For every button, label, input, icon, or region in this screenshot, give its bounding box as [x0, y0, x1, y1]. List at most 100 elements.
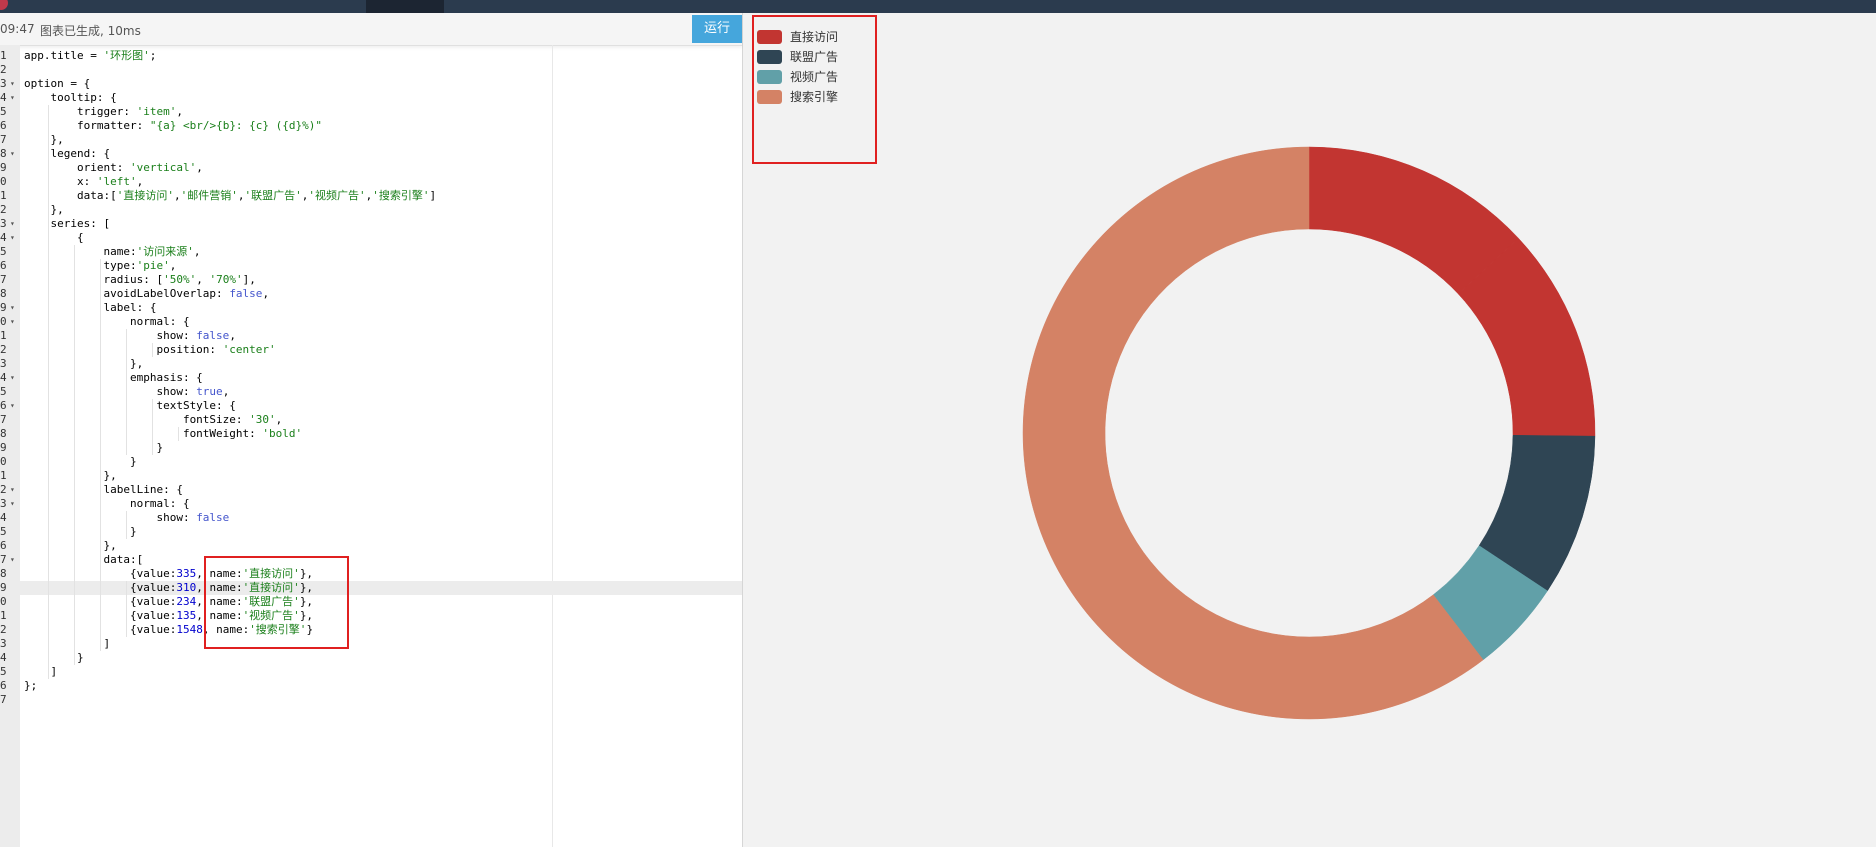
- code-text: emphasis: {: [24, 371, 203, 385]
- code-line[interactable]: 7 radius: ['50%', '70%'],: [0, 273, 742, 287]
- code-line[interactable]: 1 },: [0, 469, 742, 483]
- line-number: 9: [0, 161, 7, 174]
- code-text-area[interactable]: 1 app.title = '环形图'; 2 3 ▾ option = {4 ▾ toolt…: [0, 45, 742, 847]
- code-line[interactable]: 5 show: true,: [0, 385, 742, 399]
- code-token: 1548: [176, 623, 203, 636]
- code-token: 'pie': [136, 259, 170, 272]
- code-line[interactable]: 5 }: [0, 525, 742, 539]
- code-text: },: [24, 357, 143, 371]
- code-line[interactable]: 1 show: false,: [0, 329, 742, 343]
- code-token: series: [: [24, 217, 111, 230]
- line-number: 4: [0, 91, 7, 104]
- code-line[interactable]: 6 ▾ textStyle: {: [0, 399, 742, 413]
- fold-toggle-icon[interactable]: ▾: [10, 301, 15, 315]
- code-token: ],: [242, 273, 256, 286]
- code-line[interactable]: 1 {value:135, name:'视频广告'},: [0, 609, 742, 623]
- code-token: }: [24, 651, 84, 664]
- code-line[interactable]: 4 ▾ {: [0, 231, 742, 245]
- code-line[interactable]: 8 ▾ legend: {: [0, 147, 742, 161]
- code-line[interactable]: 3 ▾ option = {: [0, 77, 742, 91]
- code-line[interactable]: 1 data:['直接访问','邮件营销','联盟广告','视频广告','搜索引…: [0, 189, 742, 203]
- code-line[interactable]: 5 trigger: 'item',: [0, 105, 742, 119]
- app-logo-icon: [0, 0, 8, 10]
- code-line[interactable]: 0 ▾ normal: {: [0, 315, 742, 329]
- fold-toggle-icon[interactable]: ▾: [10, 399, 15, 413]
- run-button[interactable]: 运行: [692, 15, 742, 43]
- code-token: normal: {: [24, 315, 190, 328]
- code-line[interactable]: 4 ▾ tooltip: {: [0, 91, 742, 105]
- code-line[interactable]: 7 },: [0, 133, 742, 147]
- line-number: 3: [0, 637, 7, 650]
- code-token: normal: {: [24, 497, 190, 510]
- code-token: ,: [176, 105, 183, 118]
- code-line[interactable]: 9 ▾ label: {: [0, 301, 742, 315]
- code-line[interactable]: 7 ▾ data:[: [0, 553, 742, 567]
- code-line[interactable]: 7 fontSize: '30',: [0, 413, 742, 427]
- code-token: radius: [: [24, 273, 164, 286]
- code-line[interactable]: 3 ▾ series: [: [0, 217, 742, 231]
- code-token: {: [24, 231, 84, 244]
- code-line[interactable]: 6 },: [0, 539, 742, 553]
- code-token: ]: [24, 637, 111, 650]
- code-line[interactable]: 0 x: 'left',: [0, 175, 742, 189]
- fold-toggle-icon[interactable]: ▾: [10, 483, 15, 497]
- line-number: 4: [0, 231, 7, 244]
- code-line[interactable]: 5 name:'访问来源',: [0, 245, 742, 259]
- line-number: 1: [0, 49, 7, 62]
- code-line[interactable]: 1 app.title = '环形图';: [0, 49, 742, 63]
- line-number: 9: [0, 441, 7, 454]
- code-token: };: [24, 679, 38, 692]
- line-number: 6: [0, 259, 7, 272]
- fold-toggle-icon[interactable]: ▾: [10, 217, 15, 231]
- code-line[interactable]: 9 orient: 'vertical',: [0, 161, 742, 175]
- line-number: 7: [0, 273, 7, 286]
- code-line[interactable]: 0 {value:234, name:'联盟广告'},: [0, 595, 742, 609]
- code-token: true: [196, 385, 223, 398]
- code-token: ,: [196, 161, 203, 174]
- code-token: avoidLabelOverlap:: [24, 287, 230, 300]
- code-line[interactable]: 0 }: [0, 455, 742, 469]
- code-text: show: true,: [24, 385, 229, 399]
- fold-toggle-icon[interactable]: ▾: [10, 497, 15, 511]
- code-line[interactable]: 8 {value:335, name:'直接访问'},: [0, 567, 742, 581]
- code-token: 'bold': [262, 427, 303, 440]
- code-line[interactable]: 2 },: [0, 203, 742, 217]
- code-token: 234: [176, 595, 197, 608]
- code-line[interactable]: 6};: [0, 679, 742, 693]
- fold-toggle-icon[interactable]: ▾: [10, 91, 15, 105]
- code-line[interactable]: 4 }: [0, 651, 742, 665]
- code-line[interactable]: 3 ▾ normal: {: [0, 497, 742, 511]
- fold-toggle-icon[interactable]: ▾: [10, 77, 15, 91]
- code-line[interactable]: 2 {value:1548, name:'搜索引擎'}: [0, 623, 742, 637]
- code-line[interactable]: 4 ▾ emphasis: {: [0, 371, 742, 385]
- line-number: 1: [0, 469, 7, 482]
- code-line[interactable]: 9 {value:310, name:'直接访问'},: [0, 581, 742, 595]
- line-number: 2: [0, 63, 7, 76]
- fold-toggle-icon[interactable]: ▾: [10, 231, 15, 245]
- fold-toggle-icon[interactable]: ▾: [10, 553, 15, 567]
- code-line[interactable]: 2 position: 'center': [0, 343, 742, 357]
- fold-toggle-icon[interactable]: ▾: [10, 371, 15, 385]
- fold-toggle-icon[interactable]: ▾: [10, 315, 15, 329]
- code-text: normal: {: [24, 315, 190, 329]
- code-token: 335: [176, 567, 197, 580]
- fold-toggle-icon[interactable]: ▾: [10, 147, 15, 161]
- code-line[interactable]: 3 ]: [0, 637, 742, 651]
- code-line[interactable]: 6 type:'pie',: [0, 259, 742, 273]
- line-number: 3: [0, 357, 7, 370]
- active-tab[interactable]: [366, 0, 444, 13]
- code-line[interactable]: 7: [0, 693, 742, 707]
- code-line[interactable]: 8 avoidLabelOverlap: false,: [0, 287, 742, 301]
- code-line[interactable]: 9 }: [0, 441, 742, 455]
- code-token: data:[: [24, 189, 117, 202]
- code-line[interactable]: 2: [0, 63, 742, 77]
- code-token: },: [24, 539, 117, 552]
- code-line[interactable]: 4 show: false: [0, 511, 742, 525]
- code-line[interactable]: 6 formatter: "{a} <br/>{b}: {c} ({d}%)": [0, 119, 742, 133]
- code-text: position: 'center': [24, 343, 275, 357]
- code-line[interactable]: 3 },: [0, 357, 742, 371]
- code-line[interactable]: 5 ]: [0, 665, 742, 679]
- code-line[interactable]: 2 ▾ labelLine: {: [0, 483, 742, 497]
- line-number: 0: [0, 455, 7, 468]
- code-line[interactable]: 8 fontWeight: 'bold': [0, 427, 742, 441]
